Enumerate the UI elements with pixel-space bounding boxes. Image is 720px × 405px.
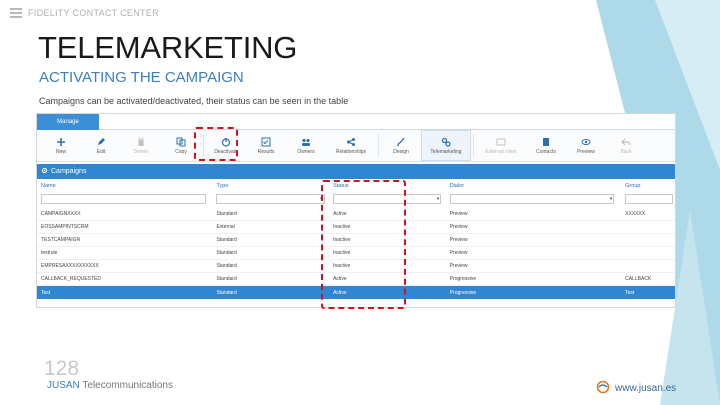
slide-description: Campaigns can be activated/deactivated, …: [39, 96, 349, 106]
cell-type: Standard: [216, 276, 237, 282]
relationships-button[interactable]: Relationships: [326, 130, 376, 161]
cell-dialer: Preview: [449, 211, 468, 217]
cell-type: Standard: [216, 289, 237, 296]
deactivate-highlight: [194, 127, 238, 161]
cell-type: External: [216, 224, 235, 230]
group-filter-input[interactable]: [625, 194, 673, 204]
toolbar-separator: [473, 134, 474, 157]
pencil-icon: [96, 136, 107, 147]
chevron-down-icon: ▾: [436, 196, 440, 202]
company-name: JUSAN Telecommunications: [47, 380, 173, 391]
column-header-group[interactable]: Group: [621, 183, 675, 189]
copy-icon: [176, 136, 187, 147]
cell-dialer: Progressive: [449, 276, 477, 282]
results-button[interactable]: Results: [246, 130, 286, 161]
cell-dialer: Progressive: [449, 289, 477, 296]
back-icon: [621, 136, 632, 147]
column-header-type[interactable]: Type: [212, 183, 329, 189]
column-header-dialer[interactable]: Dialer: [446, 183, 621, 189]
users-icon: [301, 136, 312, 147]
telemarketing-button[interactable]: Telemarketing: [421, 130, 471, 161]
website: www.jusan.es: [596, 380, 676, 397]
toolbar-button-label: Copy: [175, 149, 187, 155]
book-icon: [541, 136, 552, 147]
toolbar-button-label: Results: [257, 149, 275, 155]
cell-type: Standard: [216, 250, 237, 256]
website-link[interactable]: www.jusan.es: [615, 383, 676, 394]
design-button[interactable]: Design: [381, 130, 421, 161]
app-tabbar: Manage: [37, 114, 675, 130]
toolbar-button-label: Design: [393, 149, 409, 155]
gears-icon: [441, 136, 452, 147]
cell-dialer: Preview: [449, 263, 468, 269]
toolbar-button-label: Telemarketing: [430, 149, 462, 155]
cell-type: Standard: [216, 263, 237, 269]
cell-dialer: Preview: [449, 250, 468, 256]
delete-button[interactable]: Delete: [121, 130, 161, 161]
tab-manage[interactable]: Manage: [37, 114, 99, 130]
company-brand: JUSAN: [47, 380, 80, 391]
cell-name: EOSSAMPINTSCRM: [41, 224, 89, 230]
toolbar-button-label: Relationships: [335, 149, 367, 155]
checklist-icon: [261, 136, 272, 147]
owners-button[interactable]: Owners: [286, 130, 326, 161]
brush-icon: [396, 136, 407, 147]
toolbar-button-label: Back: [620, 149, 632, 155]
toolbar-separator: [378, 134, 379, 157]
slide-subtitle: ACTIVATING THE CAMPAIGN: [39, 69, 244, 86]
relationships-icon: [346, 136, 357, 147]
cell-group: XXXXXX: [625, 211, 646, 217]
cell-dialer: Preview: [449, 237, 468, 243]
cell-name: Test: [41, 289, 51, 296]
toolbar: New Edit Delete Copy Deactivate Results Owners…: [37, 130, 675, 162]
toolbar-button-label: Edit: [96, 149, 106, 155]
cell-dialer: Preview: [449, 224, 468, 230]
external-icon: [496, 136, 507, 147]
cell-name: TESTCAMPAIGN: [41, 237, 81, 243]
page-number: 128: [44, 357, 80, 380]
type-filter-select[interactable]: ▾: [216, 194, 325, 204]
edit-button[interactable]: Edit: [81, 130, 121, 161]
toolbar-button-label: New: [55, 149, 66, 155]
cell-name: CAMPAIGNXXXX: [41, 211, 81, 217]
toolbar-button-label: External client: [485, 149, 517, 155]
status-column-highlight: [321, 180, 406, 309]
slide-header: FIDELITY CONTACT CENTER: [10, 8, 159, 18]
campaigns-panel-header: Campaigns: [37, 164, 675, 179]
name-filter-input[interactable]: [41, 194, 206, 204]
back-button[interactable]: Back: [606, 130, 646, 161]
jusan-logo-icon: [596, 380, 610, 397]
toolbar-button-label: Preview: [577, 149, 595, 155]
chevron-down-icon: ▾: [609, 196, 613, 202]
cell-name: CALLBACK_REQUESTED: [41, 276, 102, 282]
toolbar-button-label: Owners: [297, 149, 315, 155]
cell-group: CALLBACK: [625, 276, 652, 282]
cell-type: Standard: [216, 211, 237, 217]
header-label: FIDELITY CONTACT CENTER: [28, 8, 159, 18]
toolbar-button-label: Delete: [133, 149, 149, 155]
column-header-name[interactable]: Name: [37, 183, 212, 189]
company-suffix: Telecommunications: [79, 380, 173, 391]
cell-name: testrule: [41, 250, 58, 256]
slide-title: TELEMARKETING: [38, 30, 298, 65]
plus-icon: [56, 136, 67, 147]
external-client-button[interactable]: External client: [476, 130, 526, 161]
dialer-filter-select[interactable]: ▾: [449, 194, 615, 204]
contacts-button[interactable]: Contacts: [526, 130, 566, 161]
preview-button[interactable]: Preview: [566, 130, 606, 161]
gear-icon: [41, 167, 48, 176]
toolbar-button-label: Contacts: [536, 149, 556, 155]
cell-group: Test: [625, 289, 635, 296]
trash-icon: [136, 136, 147, 147]
hamburger-icon: [10, 8, 22, 18]
cell-name: EMPRESAXXXXXXXXXX: [41, 263, 99, 269]
eye-icon: [581, 136, 592, 147]
new-button[interactable]: New: [41, 130, 81, 161]
cell-type: Standard: [216, 237, 237, 243]
panel-title: Campaigns: [51, 168, 87, 175]
